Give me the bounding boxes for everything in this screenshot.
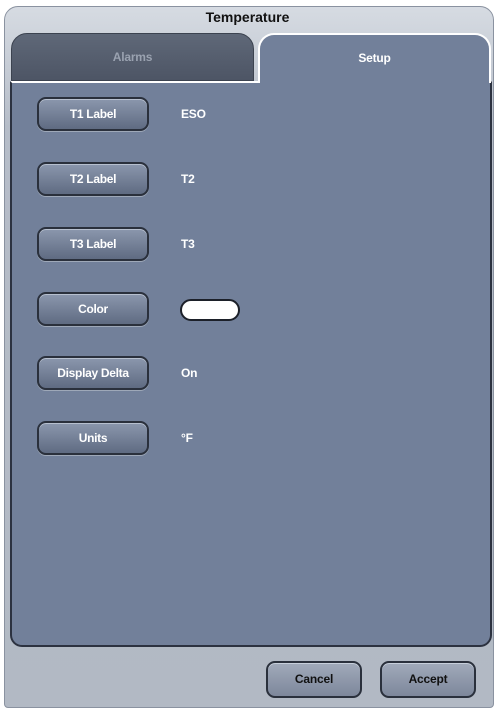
- units-button[interactable]: Units: [37, 421, 149, 455]
- display-delta-value: On: [181, 366, 198, 380]
- t1-label-button[interactable]: T1 Label: [37, 97, 149, 131]
- units-value: °F: [181, 431, 193, 445]
- t2-label-value: T2: [181, 172, 195, 186]
- temperature-window: Temperature Alarms Setup T1 Label ESO T2…: [0, 0, 495, 709]
- t2-label-button[interactable]: T2 Label: [37, 162, 149, 196]
- tab-alarms[interactable]: Alarms: [11, 33, 254, 81]
- tab-setup[interactable]: Setup: [258, 33, 491, 83]
- window-title: Temperature: [205, 9, 290, 25]
- color-button[interactable]: Color: [37, 292, 149, 326]
- t3-label-button[interactable]: T3 Label: [37, 227, 149, 261]
- cancel-button[interactable]: Cancel: [266, 661, 362, 698]
- t3-label-value: T3: [181, 237, 195, 251]
- display-delta-button[interactable]: Display Delta: [37, 356, 149, 390]
- t1-label-value: ESO: [181, 107, 206, 121]
- color-swatch: [180, 299, 240, 321]
- accept-button[interactable]: Accept: [380, 661, 476, 698]
